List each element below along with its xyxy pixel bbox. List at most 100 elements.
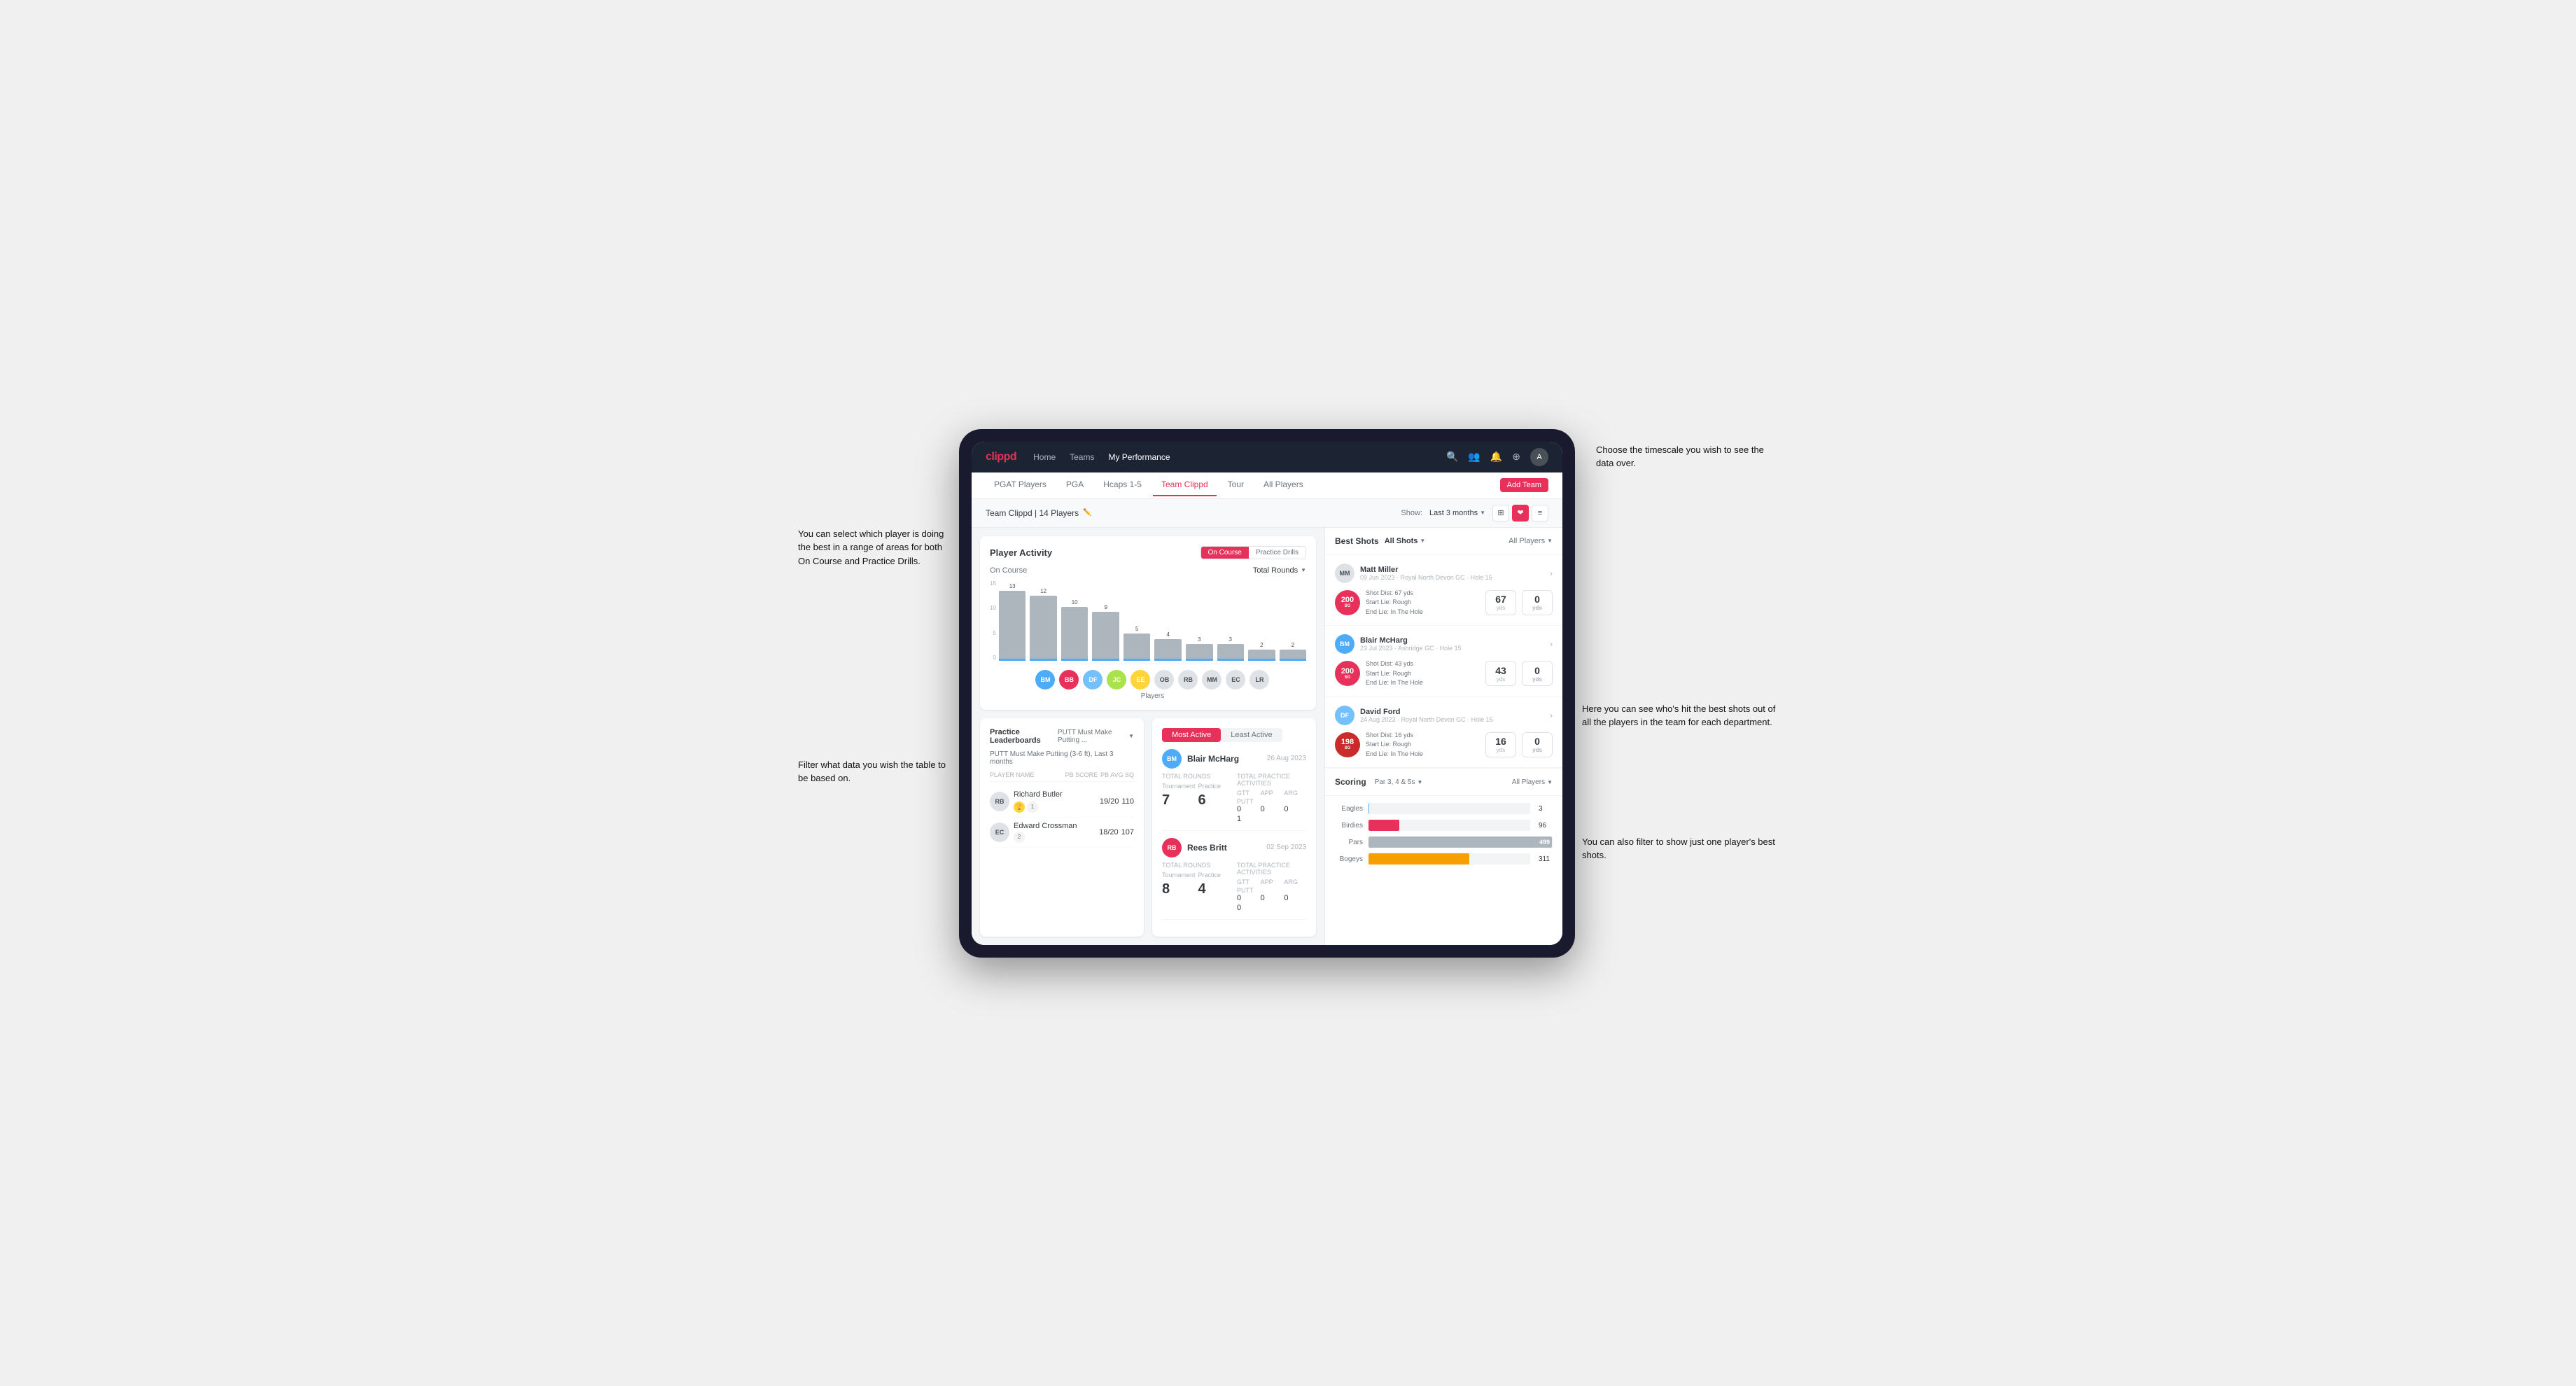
bar-6 — [1154, 639, 1182, 661]
pars-bar-fill — [1368, 836, 1552, 848]
subnav-pgat[interactable]: PGAT Players — [986, 474, 1055, 496]
least-active-tab[interactable]: Least Active — [1221, 728, 1282, 742]
add-circle-icon[interactable]: ⊕ — [1512, 451, 1520, 463]
shot-info-2: Shot Dist: 43 yds Start Lie: Rough End L… — [1366, 659, 1480, 688]
right-panel: Best Shots All Shots ▼ All Players ▼ — [1324, 528, 1562, 945]
subnav-hcaps[interactable]: Hcaps 1-5 — [1095, 474, 1150, 496]
tournament-label-2: Tournament — [1162, 872, 1196, 878]
grid-view-button[interactable]: ⊞ — [1492, 505, 1509, 522]
chevron-down-icon: ▼ — [1420, 538, 1425, 544]
subnav-team-clippd[interactable]: Team Clippd — [1153, 474, 1217, 496]
active-avatar-1: BM — [1162, 749, 1182, 769]
leaderboard-cols: PLAYER NAME PB SCORE PB AVG SQ — [990, 771, 1134, 782]
shot-sg-label-2: SG — [1345, 676, 1351, 680]
shot-card-1[interactable]: MM Matt Miller 09 Jun 2023 · Royal North… — [1325, 555, 1562, 626]
bar-value-5: 5 — [1135, 626, 1138, 632]
view-icons: ⊞ ❤ ≡ — [1492, 505, 1548, 522]
heart-view-button[interactable]: ❤ — [1512, 505, 1529, 522]
main-content: Player Activity On Course Practice Drill… — [972, 528, 1562, 945]
edit-icon[interactable]: ✏️ — [1083, 509, 1091, 517]
shot-yds-num-1: 67 — [1495, 594, 1506, 605]
chevron-right-icon: › — [1550, 568, 1553, 578]
bogeys-bar-fill — [1368, 853, 1469, 864]
practice-activities-label-2: Total Practice Activities — [1237, 862, 1306, 876]
show-dropdown[interactable]: Last 3 months ▼ — [1429, 509, 1485, 517]
bar-accent-8 — [1217, 659, 1245, 661]
search-icon[interactable]: 🔍 — [1446, 451, 1458, 463]
shot-sg-label-3: SG — [1345, 746, 1351, 750]
scoring-filter-1[interactable]: Par 3, 4 & 5s ▼ — [1375, 778, 1423, 786]
annotation-left-top: You can select which player is doing the… — [798, 527, 952, 568]
on-course-toggle[interactable]: On Course — [1201, 547, 1249, 559]
bogeys-label: Bogeys — [1335, 855, 1363, 863]
shot-details-2: 200 SG Shot Dist: 43 yds Start Lie: Roug… — [1335, 659, 1553, 688]
all-players-tab[interactable]: All Players ▼ — [1508, 537, 1553, 545]
shot-player-header-3: DF David Ford 24 Aug 2023 · Royal North … — [1335, 706, 1553, 725]
bar-value-9: 2 — [1260, 642, 1263, 648]
bar-5 — [1124, 634, 1151, 660]
shot-player-header-1: MM Matt Miller 09 Jun 2023 · Royal North… — [1335, 564, 1553, 583]
practice-label-1: Practice — [1198, 783, 1231, 790]
shot-sg-badge-2: 200 SG — [1335, 661, 1360, 686]
all-shots-tab[interactable]: All Shots ▼ — [1385, 537, 1426, 545]
col-pb-avg: PB AVG SQ — [1100, 771, 1134, 778]
chart-area: 15 10 5 0 1312109543322 BM BB — [990, 580, 1306, 700]
chevron-right-icon-2: › — [1550, 639, 1553, 649]
player-avatar-2: BB — [1059, 670, 1079, 690]
bar-8 — [1217, 644, 1245, 660]
bar-wrapper-5: 5 — [1124, 626, 1151, 660]
chart-controls: On Course Total Rounds ▼ — [990, 566, 1306, 575]
add-team-button[interactable]: Add Team — [1500, 478, 1548, 492]
nav-right: 🔍 👥 🔔 ⊕ A — [1446, 448, 1548, 466]
annotation-right-bottom: You can also filter to show just one pla… — [1582, 835, 1778, 862]
practice-cols-2: GTTAPPARGPUTT — [1237, 878, 1306, 894]
stats-row-1: Total Rounds Tournament Practice 7 6 — [1162, 773, 1306, 823]
shot-yds-label-3: yds — [1497, 747, 1505, 753]
leaderboard-dropdown[interactable]: PUTT Must Make Putting ... ▼ — [1058, 729, 1134, 744]
nav-link-home[interactable]: Home — [1033, 449, 1056, 465]
bar-wrapper-2: 12 — [1030, 588, 1057, 660]
shot-sg-value-1: 200 — [1341, 596, 1354, 604]
bar-accent-5 — [1124, 659, 1151, 661]
team-title: Team Clippd | 14 Players ✏️ — [986, 508, 1092, 518]
subnav-pga[interactable]: PGA — [1058, 474, 1092, 496]
shot-card-3[interactable]: DF David Ford 24 Aug 2023 · Royal North … — [1325, 697, 1562, 769]
bell-icon[interactable]: 🔔 — [1490, 451, 1502, 463]
avatar[interactable]: A — [1530, 448, 1548, 466]
player-avatar-3: DF — [1083, 670, 1102, 690]
list-view-button[interactable]: ≡ — [1532, 505, 1548, 522]
y-label-10: 10 — [990, 605, 996, 611]
active-player-name-2: Rees Britt — [1187, 843, 1227, 853]
active-player-header-1: BM Blair McHarg 26 Aug 2023 — [1162, 749, 1306, 769]
eagles-label: Eagles — [1335, 805, 1363, 813]
best-shots-title: Best Shots — [1335, 536, 1379, 546]
bar-value-2: 12 — [1040, 588, 1046, 594]
bar-value-10: 2 — [1292, 642, 1294, 648]
bar-value-1: 13 — [1009, 583, 1016, 589]
most-active-tab[interactable]: Most Active — [1162, 728, 1221, 742]
subnav-tour[interactable]: Tour — [1219, 474, 1252, 496]
nav-link-teams[interactable]: Teams — [1070, 449, 1094, 465]
player-avatar-richard: RB — [990, 792, 1009, 811]
on-course-label: On Course — [990, 566, 1027, 575]
shot-sg-label-1: SG — [1345, 604, 1351, 608]
shot-sg-badge-1: 200 SG — [1335, 590, 1360, 615]
subnav-all-players[interactable]: All Players — [1255, 474, 1312, 496]
chevron-down-icon: ▼ — [1417, 779, 1422, 785]
bar-3 — [1061, 607, 1088, 661]
shot-yds-zero-2: 0 yds — [1522, 661, 1553, 686]
scoring-filter-2[interactable]: All Players ▼ — [1512, 778, 1553, 786]
chevron-down-icon: ▼ — [1547, 538, 1553, 544]
practice-drills-toggle[interactable]: Practice Drills — [1249, 547, 1306, 559]
leaderboard-title: Practice Leaderboards — [990, 728, 1058, 745]
player-avatar-4: JC — [1107, 670, 1126, 690]
shot-card-2[interactable]: BM Blair McHarg 23 Jul 2023 · Ashridge G… — [1325, 626, 1562, 697]
users-icon[interactable]: 👥 — [1468, 451, 1480, 463]
player-info-2: EC Edward Crossman 2 — [990, 822, 1096, 843]
y-label-5: 5 — [990, 630, 996, 636]
nav-link-performance[interactable]: My Performance — [1108, 449, 1170, 465]
scoring-header: Scoring Par 3, 4 & 5s ▼ All Players ▼ — [1325, 768, 1562, 796]
chart-dropdown[interactable]: Total Rounds ▼ — [1253, 566, 1306, 575]
top-nav: clippd Home Teams My Performance 🔍 👥 🔔 ⊕… — [972, 442, 1562, 472]
player-details-1: Richard Butler 🏆 1 — [1014, 790, 1063, 813]
